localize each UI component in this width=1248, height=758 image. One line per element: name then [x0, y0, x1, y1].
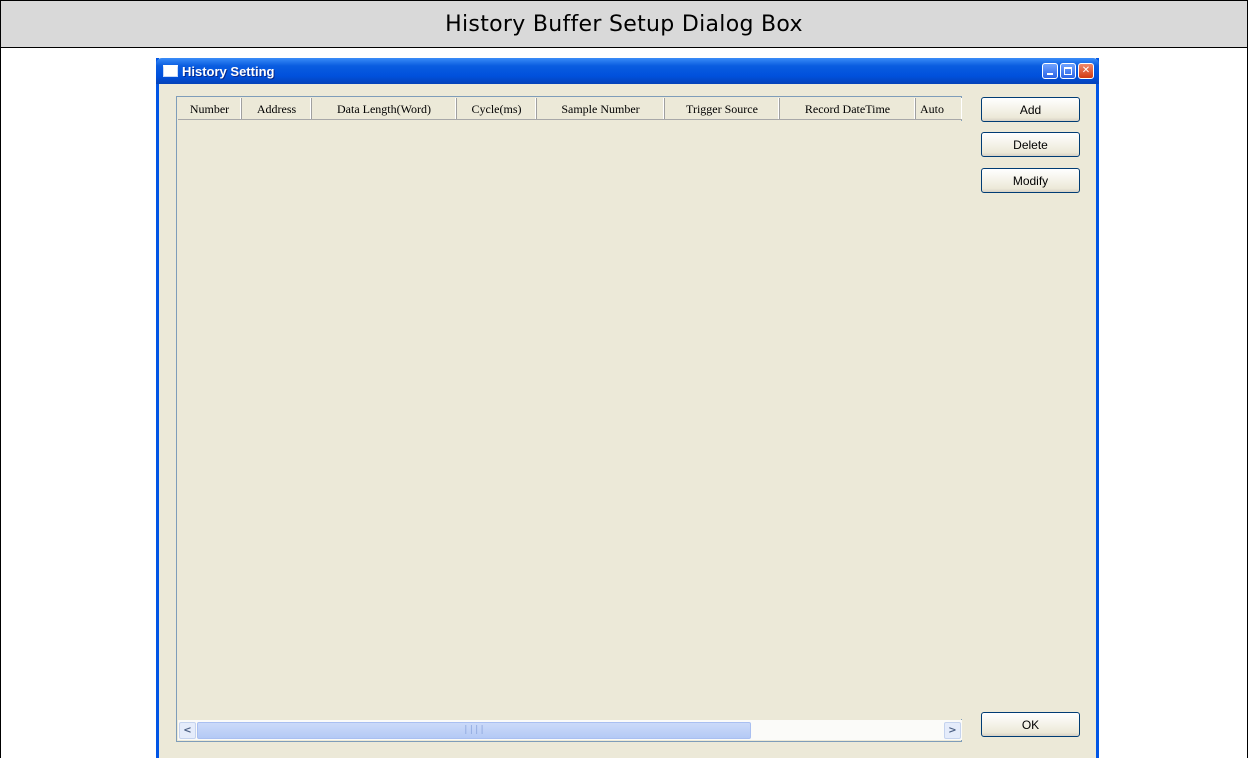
maximize-icon[interactable]: [1060, 63, 1076, 79]
column-header-data-length[interactable]: Data Length(Word): [312, 98, 457, 119]
history-list[interactable]: Number Address Data Length(Word) Cycle(m…: [176, 96, 962, 742]
delete-button[interactable]: Delete: [981, 132, 1080, 157]
minimize-icon[interactable]: [1042, 63, 1058, 79]
modify-button[interactable]: Modify: [981, 168, 1080, 193]
window-icon: [163, 65, 178, 77]
column-header-sample-number[interactable]: Sample Number: [537, 98, 665, 119]
column-header-number[interactable]: Number: [178, 98, 242, 119]
title-bar[interactable]: History Setting ✕: [156, 58, 1099, 84]
scroll-track[interactable]: ||||: [197, 721, 943, 739]
column-header-cycle[interactable]: Cycle(ms): [457, 98, 537, 119]
column-header-trigger-source[interactable]: Trigger Source: [665, 98, 780, 119]
document-caption: History Buffer Setup Dialog Box: [1, 0, 1247, 48]
horizontal-scrollbar[interactable]: < |||| >: [178, 720, 962, 740]
caption-buttons: ✕: [1042, 63, 1094, 79]
window-title: History Setting: [182, 63, 275, 79]
scroll-thumb[interactable]: ||||: [197, 721, 751, 739]
add-button[interactable]: Add: [981, 97, 1080, 122]
list-body[interactable]: [178, 121, 962, 719]
scroll-left-icon[interactable]: <: [179, 721, 196, 739]
list-header: Number Address Data Length(Word) Cycle(m…: [178, 98, 962, 120]
ok-button[interactable]: OK: [981, 712, 1080, 737]
scroll-right-icon[interactable]: >: [944, 721, 961, 739]
close-icon[interactable]: ✕: [1078, 63, 1094, 79]
column-header-record-datetime[interactable]: Record DateTime: [780, 98, 916, 119]
column-header-address[interactable]: Address: [242, 98, 312, 119]
history-setting-window: History Setting ✕ Number Address Data Le…: [156, 58, 1099, 758]
column-header-auto[interactable]: Auto: [916, 98, 962, 119]
